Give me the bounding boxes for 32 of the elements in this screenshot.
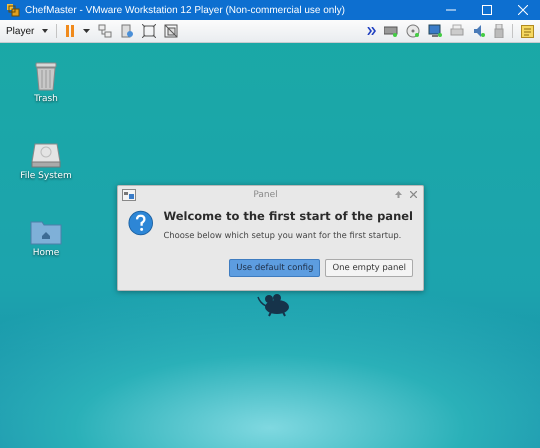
caret-icon[interactable]: [42, 29, 48, 33]
close-icon[interactable]: [410, 191, 417, 198]
caret-icon[interactable]: [83, 29, 90, 33]
home-folder-icon[interactable]: [30, 219, 62, 245]
dialog-button[interactable]: Use default config: [229, 259, 320, 277]
notes-icon[interactable]: [521, 24, 534, 38]
arrow-up-icon[interactable]: [395, 191, 402, 198]
app-icon: [6, 3, 20, 17]
dialog-heading: Welcome to the first start of the panel: [163, 209, 413, 223]
dialog-title: Panel: [252, 190, 279, 200]
question-icon: [128, 209, 154, 237]
dialog-message: Choose below which setup you want for the first startup.: [163, 230, 402, 240]
desktop-icon-label[interactable]: Trash: [34, 94, 58, 104]
pause-icon[interactable]: [65, 25, 76, 37]
network-adapter-icon[interactable]: [428, 24, 442, 38]
disc-icon[interactable]: [406, 24, 420, 38]
network-icon[interactable]: [98, 24, 112, 38]
window-title: ChefMaster - VMware Workstation 12 Player (Non-commercial use only): [25, 4, 346, 16]
sound-icon[interactable]: [472, 24, 486, 38]
device-icon[interactable]: [120, 24, 134, 38]
trash-icon[interactable]: [34, 61, 58, 91]
fullscreen-icon[interactable]: [142, 24, 156, 38]
desktop-icon-label[interactable]: File System: [20, 171, 72, 181]
hard-drive-icon[interactable]: [31, 142, 61, 168]
dialog-button[interactable]: One empty panel: [325, 259, 413, 277]
window-icon: [122, 188, 136, 200]
chevron-icon[interactable]: [367, 27, 376, 35]
maximize-icon[interactable]: [482, 5, 492, 15]
printer-icon[interactable]: [450, 24, 464, 38]
player-menu[interactable]: Player: [6, 26, 34, 36]
usb-icon[interactable]: [494, 24, 504, 38]
desktop-icon-label[interactable]: Home: [32, 248, 60, 258]
